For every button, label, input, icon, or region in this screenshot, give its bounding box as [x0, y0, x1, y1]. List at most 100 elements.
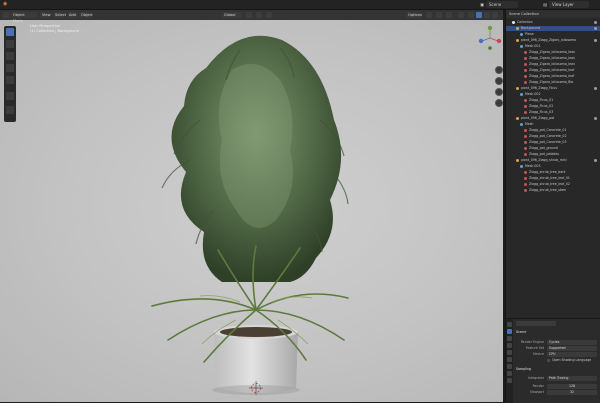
outliner-row[interactable]: Collection — [506, 20, 600, 25]
outliner-row[interactable]: Ziagg_Zigaro_Ixilosomo_leav — [506, 56, 600, 61]
outliner-row-label: Plane — [525, 32, 534, 36]
integrator-row: Integrator Path Tracing — [516, 376, 600, 381]
outliner-row-label: plant_096_Ziagg_Ficus — [521, 86, 557, 90]
material-icon — [524, 68, 527, 72]
outliner-row-label: Ziagg_pot_Concrete_02 — [529, 134, 567, 138]
render-engine-label: Render Engine — [520, 340, 544, 344]
3d-viewport[interactable]: Object Mode View Select Add Object Globa… — [0, 10, 503, 402]
outliner-row-label: Ziagg_shrub_tree_bark — [529, 170, 566, 174]
render-tab-icon[interactable] — [507, 329, 512, 334]
visibility-eye-icon[interactable] — [594, 117, 597, 120]
outliner-row[interactable]: Ziagg_pot_pebbles — [506, 152, 600, 157]
material-icon — [524, 188, 527, 192]
outliner-row-label: Ziagg_Ficus_01 — [529, 98, 554, 102]
outliner-row[interactable]: Background — [506, 26, 600, 31]
object-icon — [516, 116, 519, 120]
world-tab-icon[interactable] — [507, 357, 512, 362]
outliner-row[interactable]: Ziagg_Zigaro_Ixilosomo_leaf — [506, 68, 600, 73]
properties-search-input[interactable] — [516, 321, 556, 326]
object-icon — [516, 38, 519, 42]
scene-title: Scene — [516, 330, 527, 334]
outliner-row-label: Ziagg_Zigaro_Ixilosomo_leav — [529, 56, 575, 60]
outliner-row[interactable]: Ziagg_Ficus_02 — [506, 104, 600, 109]
modifier-tab-icon[interactable] — [507, 371, 512, 376]
object-tab-icon[interactable] — [507, 364, 512, 369]
outliner-row-label: Mesh.002 — [525, 92, 541, 96]
outliner-row[interactable]: Mesh — [506, 122, 600, 127]
outliner-panel: Scene Collection Collection Background Pla… — [505, 10, 600, 318]
feature-set-select[interactable]: Supported — [547, 346, 597, 351]
outliner-row[interactable]: Plane — [506, 32, 600, 37]
material-icon — [524, 80, 527, 84]
sampling-header[interactable]: Sampling — [516, 367, 600, 372]
material-icon — [524, 110, 527, 114]
outliner-row[interactable]: Ziagg_Zigaro_Ixilosomo_leaf — [506, 74, 600, 79]
mesh-icon — [520, 32, 523, 36]
outliner-row-label: Collection — [517, 20, 533, 24]
device-row: Device CPU — [516, 352, 600, 357]
outliner-row[interactable]: plant_096_Ziagg_pot — [506, 116, 600, 121]
blender-logo-icon[interactable]: ◉ — [3, 1, 7, 8]
outliner-row[interactable]: plant_096_Ziagg_Ficus — [506, 86, 600, 91]
render-engine-select[interactable]: Cycles — [547, 340, 597, 345]
outliner-title: Scene Collection — [509, 12, 539, 16]
outliner-row[interactable]: Ziagg_shrub_tree_bark — [506, 170, 600, 175]
outliner-row-label: Ziagg_Zigaro_Ixilosomo_leav — [529, 62, 575, 66]
outliner-row-label: Ziagg_pot_pebbles — [529, 152, 560, 156]
outliner-row[interactable]: Ziagg_shrub_tree_leaf_02 — [506, 182, 600, 187]
outliner-row[interactable]: Ziagg_Ficus_01 — [506, 98, 600, 103]
material-icon — [524, 62, 527, 66]
output-tab-icon[interactable] — [507, 336, 512, 341]
outliner-row[interactable]: Ziagg_Zigaro_Ixilosomo_leav — [506, 62, 600, 67]
scene-tab-icon[interactable] — [507, 350, 512, 355]
visibility-eye-icon[interactable] — [594, 159, 597, 162]
outliner-row[interactable]: Ziagg_pot_ground — [506, 146, 600, 151]
outliner-row[interactable]: Mesh.003 — [506, 164, 600, 169]
outliner-row[interactable]: plant_096_Ziagg_shrub_mini — [506, 158, 600, 163]
device-select[interactable]: CPU — [547, 352, 597, 357]
visibility-eye-icon[interactable] — [594, 21, 597, 24]
outliner-row-label: Mesh — [525, 122, 534, 126]
osl-checkbox[interactable] — [547, 359, 550, 362]
view-layer-tab-icon[interactable] — [507, 343, 512, 348]
outliner-row-label: Ziagg_Zigaro_Ixilosomo_leaf — [529, 68, 575, 72]
outliner-row[interactable]: Ziagg_Zigaro_Ixilosomo_Blo — [506, 80, 600, 85]
outliner-row[interactable]: Ziagg_pot_Concrete_01 — [506, 128, 600, 133]
material-tab-icon[interactable] — [507, 378, 512, 383]
outliner-row-label: Mesh.003 — [525, 164, 541, 168]
object-icon — [516, 26, 519, 30]
outliner-row[interactable]: Ziagg_shrub_tree_leaf_01 — [506, 176, 600, 181]
outliner-row-label: Ziagg_pot_Concrete_01 — [529, 128, 567, 132]
outliner-row[interactable]: Ziagg_Ficus_03 — [506, 110, 600, 115]
outliner-row[interactable]: Ziagg_Zigaro_Ixilosomo_leav — [506, 50, 600, 55]
outliner-row-label: Mesh.001 — [525, 44, 541, 48]
outliner-row-label: Ziagg_shrub_tree_leaf_02 — [529, 182, 570, 186]
outliner-row[interactable]: Ziagg_shrub_tree_stem — [506, 188, 600, 193]
outliner-row-label: Ziagg_pot_Concrete_03 — [529, 140, 567, 144]
outliner-row[interactable]: Ziagg_pot_Concrete_02 — [506, 134, 600, 139]
outliner-row[interactable]: Ziagg_pot_Concrete_03 — [506, 140, 600, 145]
mesh-icon — [520, 122, 523, 126]
visibility-eye-icon[interactable] — [594, 87, 597, 90]
outliner-row-label: Ziagg_shrub_tree_stem — [529, 188, 567, 192]
outliner-row-label: Ziagg_shrub_tree_leaf_01 — [529, 176, 570, 180]
visibility-eye-icon[interactable] — [594, 39, 597, 42]
scene-selector[interactable]: Scene — [486, 1, 518, 8]
outliner-row[interactable]: plant_096_Ziagg_Zigaro_Ixilosomo — [506, 38, 600, 43]
view-layer-selector[interactable]: View Layer — [549, 1, 589, 8]
outliner-row[interactable]: Mesh.002 — [506, 92, 600, 97]
material-icon — [524, 134, 527, 138]
outliner-row-label: Ziagg_Zigaro_Ixilosomo_Blo — [529, 80, 574, 84]
outliner-row-label: Ziagg_Zigaro_Ixilosomo_leaf — [529, 74, 575, 78]
material-icon — [524, 152, 527, 156]
outliner-row-label: plant_096_Ziagg_Zigaro_Ixilosomo — [521, 38, 577, 42]
outliner-row[interactable]: Mesh.001 — [506, 44, 600, 49]
render-samples-input[interactable]: 128 — [547, 384, 597, 389]
device-label: Device — [533, 352, 544, 356]
visibility-eye-icon[interactable] — [594, 27, 597, 30]
scene-icon: ▣ — [480, 2, 484, 7]
integrator-select[interactable]: Path Tracing — [547, 376, 597, 381]
tool-tab-icon[interactable] — [507, 322, 512, 327]
top-bar: ◉ ▣ Scene ▤ View Layer — [0, 0, 600, 10]
viewport-samples-input[interactable]: 32 — [547, 390, 597, 395]
